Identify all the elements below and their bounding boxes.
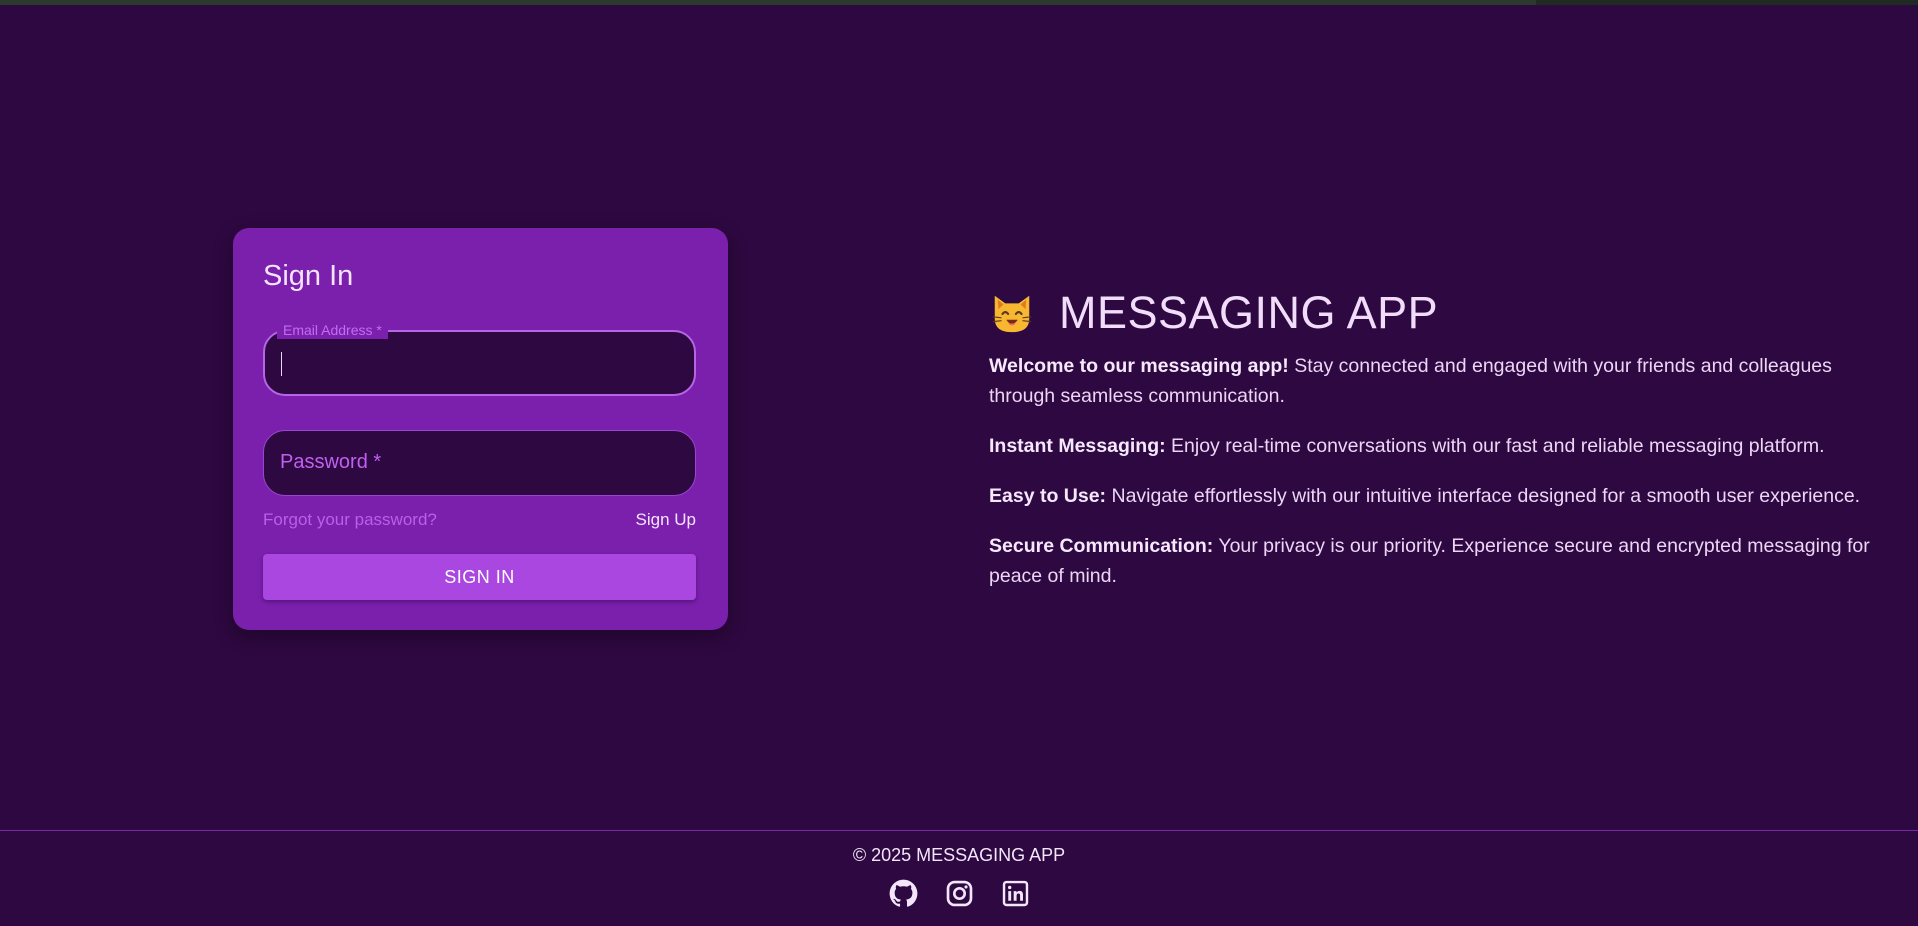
info-heading: Instant Messaging: bbox=[989, 435, 1166, 457]
linkedin-link[interactable] bbox=[1001, 879, 1030, 908]
info-paragraph-easy-to-use: Easy to Use: Navigate effortlessly with … bbox=[989, 481, 1889, 511]
instagram-link[interactable] bbox=[945, 879, 974, 908]
info-paragraph-welcome: Welcome to our messaging app! Stay conne… bbox=[989, 351, 1889, 411]
sign-in-button[interactable]: SIGN IN bbox=[263, 554, 696, 600]
loading-progress bbox=[0, 0, 1536, 5]
signin-links-row: Forgot your password? Sign Up bbox=[263, 510, 696, 534]
cat-face-icon bbox=[992, 295, 1032, 333]
github-icon[interactable] bbox=[889, 879, 918, 908]
password-field[interactable]: Password * bbox=[263, 430, 696, 496]
text-cursor bbox=[281, 352, 282, 376]
app-info-panel: MESSAGING APP Welcome to our messaging a… bbox=[989, 285, 1889, 611]
signin-title: Sign In bbox=[263, 260, 354, 292]
forgot-password-link[interactable]: Forgot your password? bbox=[263, 510, 437, 530]
info-paragraph-instant-messaging: Instant Messaging: Enjoy real-time conve… bbox=[989, 431, 1889, 461]
app-header: MESSAGING APP bbox=[989, 285, 1889, 341]
footer: © 2025 MESSAGING APP bbox=[0, 830, 1918, 926]
info-heading: Easy to Use: bbox=[989, 485, 1107, 507]
info-text: Enjoy real-time conversations with our f… bbox=[1165, 435, 1825, 457]
github-link[interactable] bbox=[889, 879, 918, 908]
info-heading: Welcome to our messaging app! bbox=[989, 355, 1289, 377]
info-paragraph-secure-communication: Secure Communication: Your privacy is ou… bbox=[989, 531, 1889, 591]
social-links bbox=[0, 879, 1918, 908]
info-text: Navigate effortlessly with our intuitive… bbox=[1106, 485, 1861, 507]
email-field-label: Email Address * bbox=[277, 321, 388, 339]
browser-loading-bar bbox=[0, 0, 1918, 5]
linkedin-icon[interactable] bbox=[1001, 879, 1030, 908]
email-field[interactable]: Email Address * bbox=[263, 321, 696, 396]
app-title: MESSAGING APP bbox=[1059, 287, 1439, 338]
copyright-text: © 2025 MESSAGING APP bbox=[852, 845, 1066, 865]
info-heading: Secure Communication: bbox=[989, 535, 1214, 557]
instagram-icon[interactable] bbox=[945, 879, 974, 908]
sign-up-link[interactable]: Sign Up bbox=[636, 510, 696, 530]
signin-card: Sign In Email Address * Password * Forgo… bbox=[233, 228, 728, 630]
email-input[interactable] bbox=[281, 342, 680, 386]
password-input[interactable] bbox=[280, 441, 679, 485]
